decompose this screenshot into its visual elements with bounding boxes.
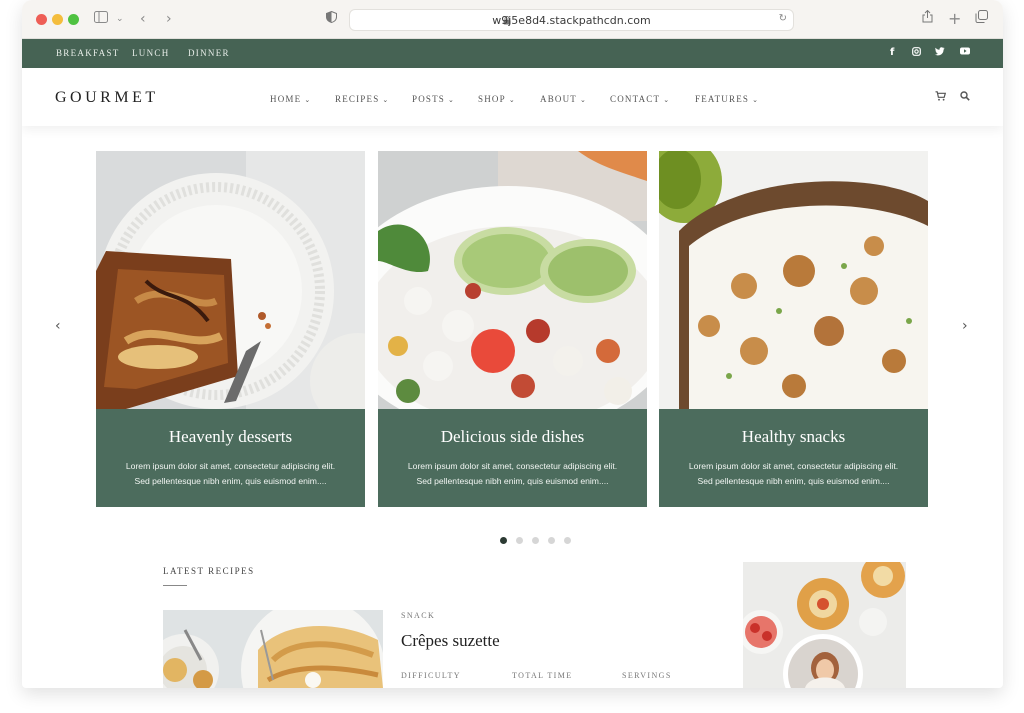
nav-item-shop[interactable]: SHOP ⌄ [478,94,516,104]
meal-link-breakfast[interactable]: BREAKFAST [56,48,120,58]
carousel-pagination [500,531,580,549]
browser-window: ⌄ ‹ › w9j5e8d4.stackpathcdn.com ↻ + BREA… [22,0,1003,688]
carousel-card-desserts[interactable]: Heavenly desserts Lorem ipsum dolor sit … [96,151,365,507]
nav-item-posts[interactable]: POSTS ⌄ [412,94,455,104]
card-description: Lorem ipsum dolor sit amet, consectetur … [378,459,647,489]
nav-item-label: ABOUT [540,94,577,104]
carousel-dot[interactable] [532,537,539,544]
chevron-down-icon: ⌄ [580,96,588,104]
recipe-meta-total-time: TOTAL TIME [512,671,573,680]
meal-bar: BREAKFAST LUNCH DINNER f [22,39,1003,68]
snack-photo [659,151,928,409]
nav-item-label: POSTS [412,94,446,104]
carousel-card-snacks[interactable]: Healthy snacks Lorem ipsum dolor sit ame… [659,151,928,507]
chevron-down-icon: ⌄ [752,96,760,104]
nav-item-about[interactable]: ABOUT ⌄ [540,94,587,104]
nav-item-label: HOME [270,94,302,104]
close-window-button[interactable] [36,14,47,25]
recipe-meta-servings: SERVINGS [622,671,672,680]
card-description: Lorem ipsum dolor sit amet, consectetur … [96,459,365,489]
card-caption: Heavenly desserts Lorem ipsum dolor sit … [96,409,365,507]
carousel-dot[interactable] [564,537,571,544]
site-logo[interactable]: GOURMET [55,89,159,107]
chevron-down-icon: ⌄ [448,96,456,104]
recipe-meta-difficulty: DIFFICULTY [401,671,461,680]
recipe-title[interactable]: Crêpes suzette [401,631,500,651]
card-description-line: Lorem ipsum dolor sit amet, consectetur … [407,461,618,471]
recipe-thumbnail[interactable] [163,610,383,688]
carousel-next-icon[interactable]: › [962,318,968,334]
chevron-down-icon: ⌄ [382,96,390,104]
meal-link-dinner[interactable]: DINNER [188,48,230,58]
youtube-icon[interactable] [960,47,970,58]
card-title[interactable]: Healthy snacks [659,427,928,447]
new-tab-icon[interactable]: + [948,10,961,28]
nav-item-features[interactable]: FEATURES ⌄ [695,94,759,104]
card-caption: Healthy snacks Lorem ipsum dolor sit ame… [659,409,928,507]
nav-item-label: SHOP [478,94,506,104]
chevron-down-icon: ⌄ [508,96,516,104]
carousel-dot[interactable] [500,537,507,544]
section-title: LATEST RECIPES [163,566,255,576]
card-description-line: Sed pellentesque nibh enim, quis euismod… [697,476,890,486]
chevron-down-icon: ⌄ [304,96,312,104]
address-bar[interactable]: w9j5e8d4.stackpathcdn.com ↻ [349,9,794,31]
nav-item-recipes[interactable]: RECIPES ⌄ [335,94,390,104]
instagram-icon[interactable] [912,47,921,59]
screen: ⌄ ‹ › w9j5e8d4.stackpathcdn.com ↻ + BREA… [0,0,1024,713]
chevron-down-icon[interactable]: ⌄ [116,10,124,28]
twitter-icon[interactable] [935,47,945,59]
meal-link-lunch[interactable]: LUNCH [132,48,170,58]
card-title[interactable]: Heavenly desserts [96,427,365,447]
sidebar-author-photo[interactable] [743,562,906,688]
carousel-prev-icon[interactable]: ‹ [55,318,61,334]
carousel-dot[interactable] [548,537,555,544]
section-underline [163,585,187,586]
carousel-dot[interactable] [516,537,523,544]
nav-item-home[interactable]: HOME ⌄ [270,94,311,104]
card-description-line: Sed pellentesque nibh enim, quis euismod… [416,476,609,486]
salad-photo [378,151,647,409]
url-text: w9j5e8d4.stackpathcdn.com [492,14,651,27]
carousel-card-side-dishes[interactable]: Delicious side dishes Lorem ipsum dolor … [378,151,647,507]
back-icon[interactable]: ‹ [140,10,146,28]
zoom-window-button[interactable] [68,14,79,25]
cart-icon[interactable] [935,91,947,104]
search-icon[interactable] [960,91,970,104]
sidebar-toggle-icon[interactable] [94,10,108,28]
dessert-photo [96,151,365,409]
facebook-icon[interactable]: f [890,47,894,58]
recipe-category[interactable]: SNACK [401,611,435,620]
nav-item-contact[interactable]: CONTACT ⌄ [610,94,670,104]
nav-item-label: CONTACT [610,94,661,104]
share-icon[interactable] [922,9,933,28]
browser-toolbar: ⌄ ‹ › w9j5e8d4.stackpathcdn.com ↻ + [22,0,1003,39]
forward-icon[interactable]: › [166,10,172,28]
card-title[interactable]: Delicious side dishes [378,427,647,447]
reload-icon[interactable]: ↻ [779,13,787,24]
main-navigation: GOURMET HOME ⌄ RECIPES ⌄ POSTS ⌄ SHOP ⌄ ABOU… [22,68,1003,126]
tab-overview-icon[interactable] [975,10,988,28]
card-description-line: Sed pellentesque nibh enim, quis euismod… [134,476,327,486]
chevron-down-icon: ⌄ [663,96,671,104]
nav-item-label: RECIPES [335,94,380,104]
card-description: Lorem ipsum dolor sit amet, consectetur … [659,459,928,489]
privacy-shield-icon[interactable] [326,10,337,28]
card-description-line: Lorem ipsum dolor sit amet, consectetur … [125,461,336,471]
card-description-line: Lorem ipsum dolor sit amet, consectetur … [688,461,899,471]
nav-item-label: FEATURES [695,94,750,104]
minimize-window-button[interactable] [52,14,63,25]
card-caption: Delicious side dishes Lorem ipsum dolor … [378,409,647,507]
